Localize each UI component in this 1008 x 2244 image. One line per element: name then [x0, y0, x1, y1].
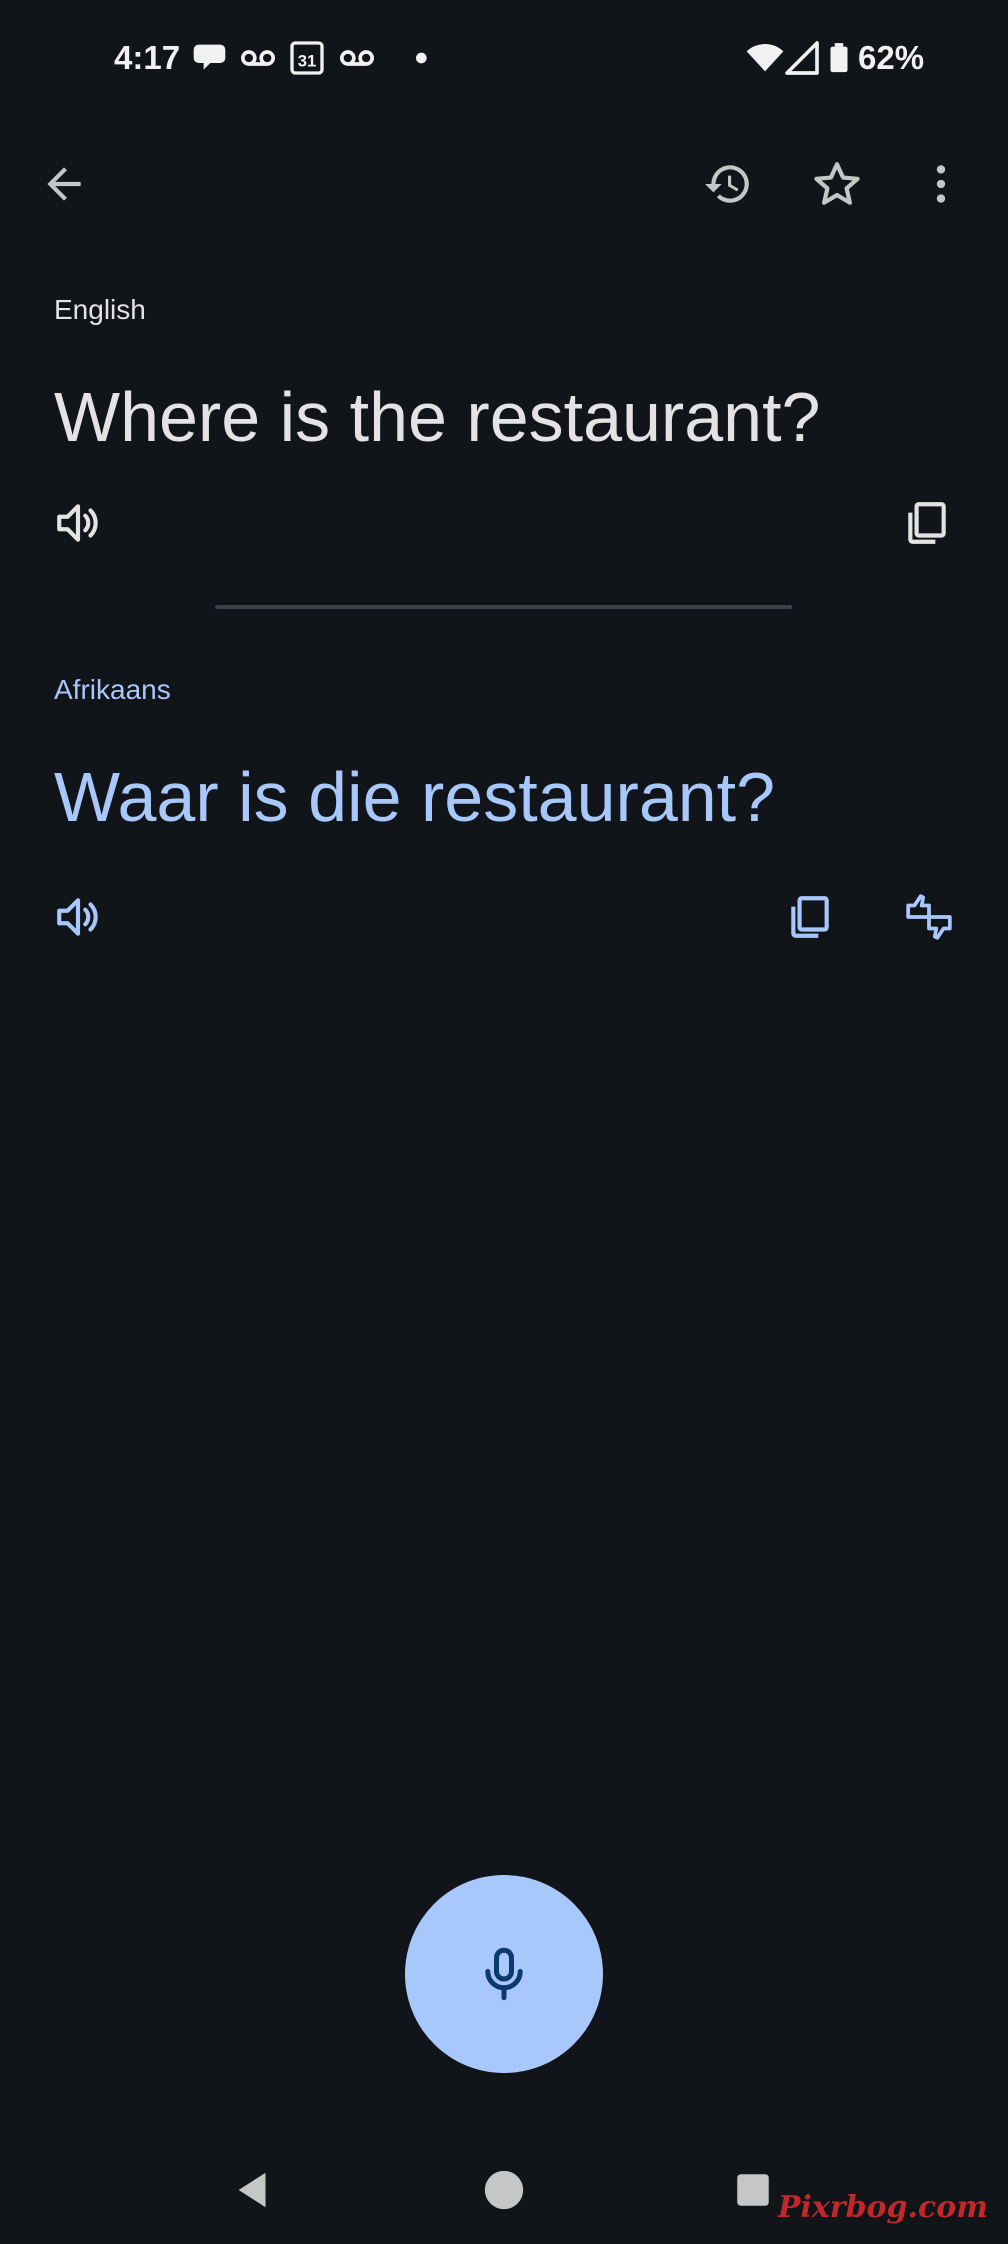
- nav-back-button[interactable]: [214, 2150, 294, 2230]
- more-options-button[interactable]: [899, 142, 983, 226]
- source-text[interactable]: Where is the restaurant?: [54, 372, 820, 462]
- target-language-label: Afrikaans: [54, 674, 171, 705]
- target-speak-button[interactable]: [42, 881, 114, 953]
- translated-text[interactable]: Waar is die restaurant?: [54, 752, 775, 842]
- voicemail-icon: [238, 38, 278, 78]
- speaker-icon: [57, 898, 98, 936]
- battery-icon: [822, 38, 856, 78]
- section-divider: [215, 605, 792, 609]
- nav-back-icon: [238, 2172, 266, 2208]
- microphone-icon: [485, 1947, 523, 2001]
- back-button[interactable]: [22, 142, 106, 226]
- nav-home-button[interactable]: [464, 2150, 544, 2230]
- copy-icon: [791, 896, 829, 938]
- calendar-day: 31: [298, 51, 317, 70]
- target-copy-button[interactable]: [774, 881, 846, 953]
- back-arrow-icon: [47, 167, 81, 201]
- nav-recents-icon: [737, 2174, 769, 2206]
- watermark: Pixrbog.com: [777, 2190, 988, 2225]
- source-language-label: English: [54, 294, 146, 325]
- star-icon: [814, 162, 860, 205]
- more-vert-icon: [936, 165, 946, 203]
- history-icon: [705, 165, 749, 203]
- dot-icon: [388, 38, 428, 78]
- battery-percent: 62%: [858, 39, 925, 76]
- calendar-icon: 31: [287, 38, 327, 78]
- favorite-button[interactable]: [795, 142, 879, 226]
- history-button[interactable]: [686, 142, 770, 226]
- copy-icon: [908, 502, 946, 544]
- wifi-icon: [745, 38, 785, 78]
- microphone-button[interactable]: [405, 1875, 603, 2073]
- nav-home-icon: [484, 2170, 524, 2210]
- feedback-button[interactable]: [893, 881, 965, 953]
- translate-screen: 4:17 31 62% English Where is the restaur…: [0, 0, 1008, 2244]
- feedback-thumbs-icon: [906, 894, 952, 940]
- voicemail-icon: [337, 38, 377, 78]
- chat-bubble-icon: [192, 38, 232, 78]
- source-copy-button[interactable]: [891, 487, 963, 559]
- speaker-icon: [57, 504, 98, 542]
- cell-signal-icon: [782, 38, 822, 78]
- source-speak-button[interactable]: [42, 487, 114, 559]
- status-time: 4:17: [114, 39, 181, 76]
